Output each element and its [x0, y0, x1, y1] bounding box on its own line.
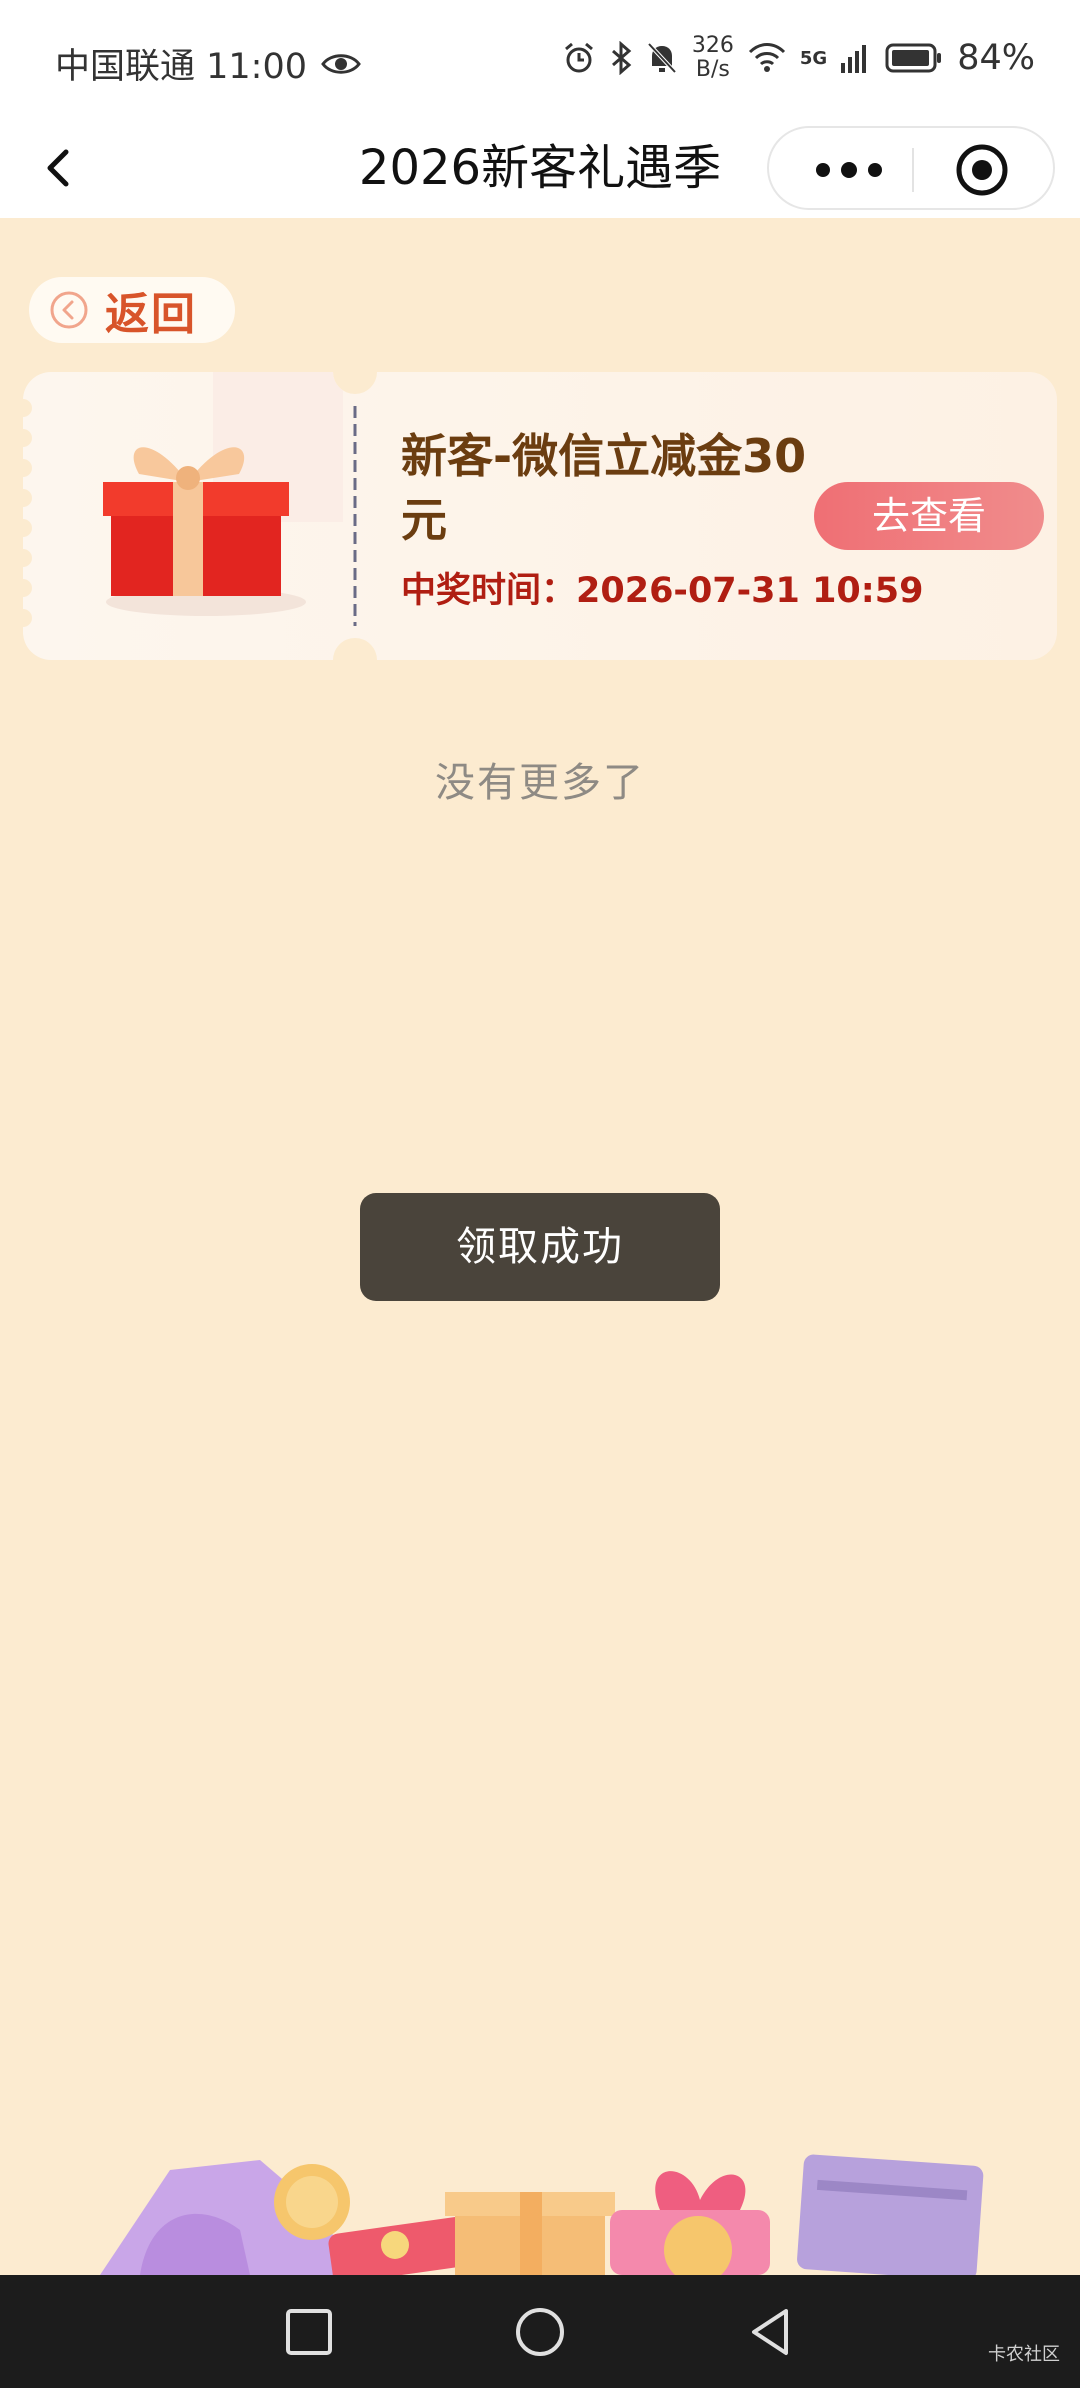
coupon-title: 新客-微信立减金30元 [401, 429, 807, 547]
status-bar: 中国联通 11:00 326 B/s 5G 84% [0, 0, 1080, 118]
eye-icon [321, 53, 361, 74]
carrier-time: 中国联通 11:00 [55, 47, 307, 87]
recent-apps-icon[interactable] [280, 2303, 338, 2361]
battery-icon [885, 43, 942, 73]
wifi-icon [748, 43, 785, 72]
home-icon[interactable] [511, 2303, 569, 2361]
circle-chevron-left-icon [50, 291, 88, 329]
more-icon[interactable] [809, 148, 889, 192]
capsule-menu [767, 126, 1055, 210]
signal-icon [841, 45, 867, 73]
net-speed-unit: B/s [695, 57, 730, 82]
back-label: 返回 [105, 289, 197, 340]
navigation-bar: 2026新客礼遇季 [0, 118, 1080, 218]
coupon-card: 新客-微信立减金30元 中奖时间：2026-07-31 10:59 去查看 [23, 372, 1057, 660]
network-speed: 326 B/s [692, 34, 734, 82]
battery-level: 84% [957, 38, 1035, 78]
prize-time: 中奖时间：2026-07-31 10:59 [401, 562, 924, 613]
bluetooth-icon [611, 41, 632, 75]
list-end-text: 没有更多了 [435, 760, 645, 806]
view-coupon-button[interactable]: 去查看 [814, 482, 1044, 550]
gift-box-icon [103, 447, 306, 616]
close-miniprogram-icon[interactable] [954, 142, 1010, 198]
mute-bell-icon [647, 42, 677, 74]
network-type: 5G [799, 47, 828, 69]
net-speed-value: 326 [691, 33, 734, 58]
watermark-text: 卡农社区 [988, 2344, 1060, 2365]
prize-time-label: 中奖时间： [401, 571, 577, 611]
alarm-icon [564, 42, 593, 73]
system-navigation-bar [0, 2275, 1080, 2388]
system-back-icon[interactable] [742, 2303, 800, 2361]
prize-time-value: 2026-07-31 10:59 [576, 571, 924, 611]
capsule-divider [912, 148, 914, 192]
back-button[interactable]: 返回 [29, 277, 235, 343]
gifts-decoration [100, 2154, 984, 2275]
success-toast: 领取成功 [360, 1193, 720, 1301]
